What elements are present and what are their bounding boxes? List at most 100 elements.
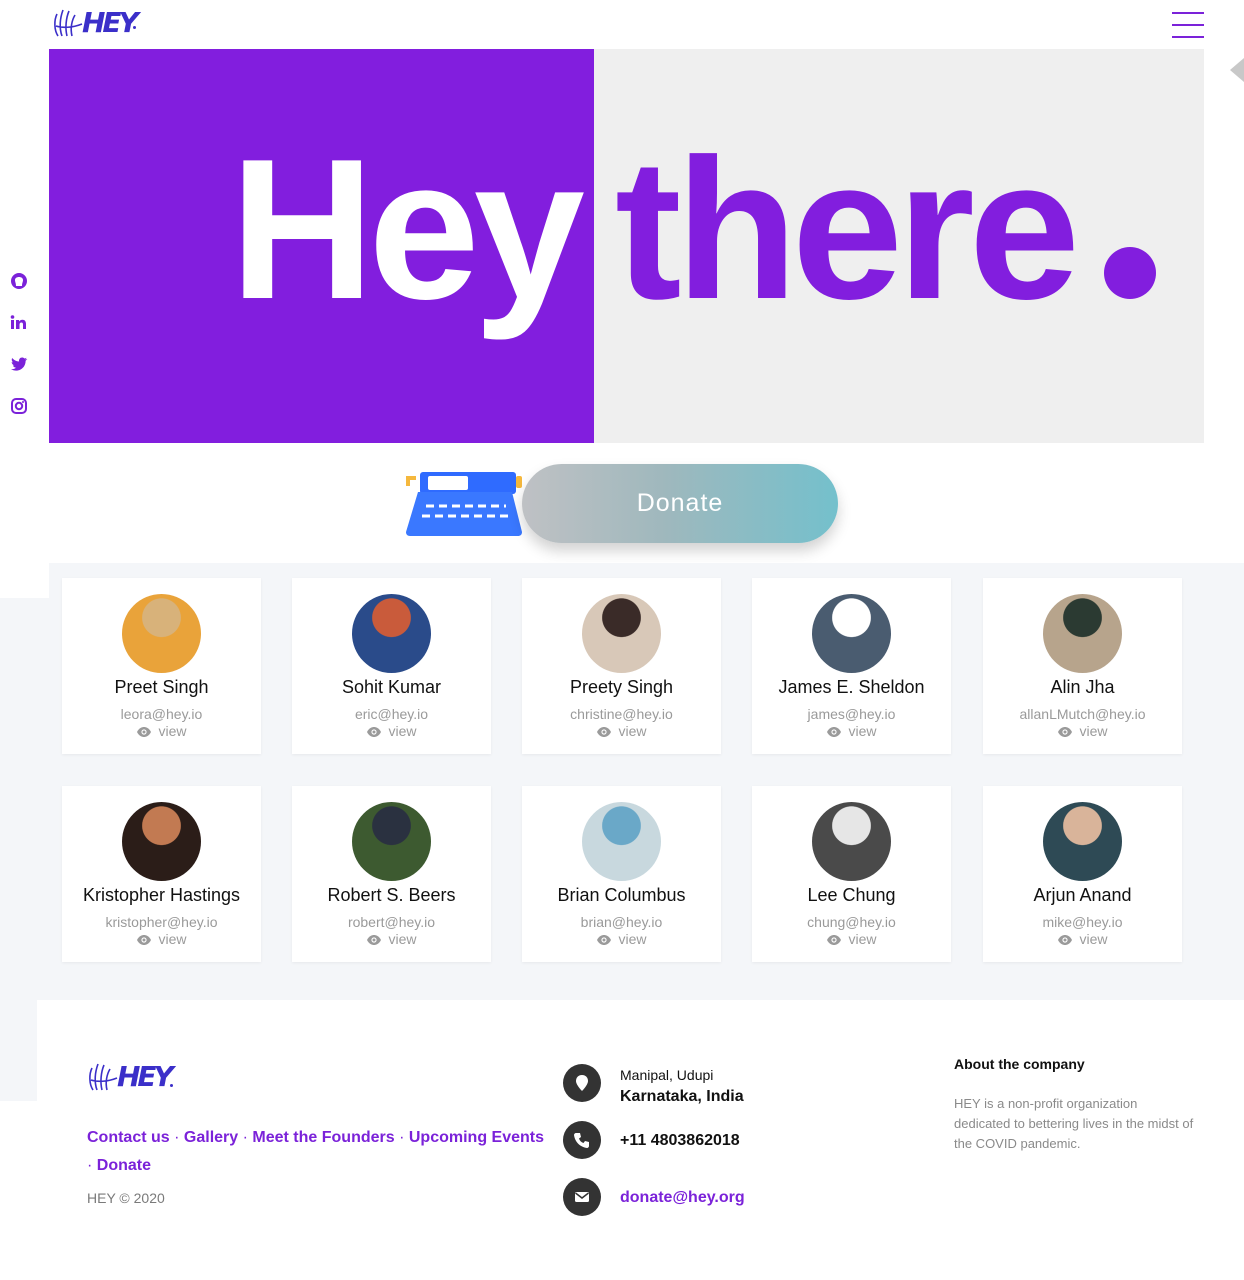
- member-name: Preet Singh: [114, 677, 209, 697]
- team-card[interactable]: Alin Jha allanLMutch@hey.io view: [983, 578, 1182, 754]
- envelope-icon: [563, 1178, 601, 1216]
- view-link[interactable]: view: [752, 723, 951, 739]
- footer-email-link[interactable]: donate@hey.org: [620, 1189, 745, 1207]
- phone-number[interactable]: +11 4803862018: [620, 1132, 740, 1150]
- member-name: Preety Singh: [569, 677, 674, 697]
- footer-link-events[interactable]: Upcoming Events: [409, 1129, 544, 1146]
- member-email: brian@hey.io: [580, 914, 663, 930]
- view-label: view: [1079, 723, 1108, 739]
- member-name: Lee Chung: [807, 885, 896, 905]
- header-logo[interactable]: HEY: [52, 4, 142, 40]
- view-label: view: [618, 931, 647, 947]
- side-panel-arrow-icon[interactable]: [1230, 58, 1244, 82]
- footer-link-contact[interactable]: Contact us: [87, 1129, 170, 1146]
- avatar: [1043, 594, 1122, 673]
- view-label: view: [158, 723, 187, 739]
- member-name: Arjun Anand: [1033, 885, 1132, 905]
- member-email: leora@hey.io: [120, 706, 203, 722]
- eye-icon: [597, 935, 612, 945]
- instagram-icon[interactable]: [9, 396, 29, 416]
- avatar: [122, 802, 201, 881]
- view-label: view: [158, 931, 187, 947]
- member-email: robert@hey.io: [347, 914, 436, 930]
- view-link[interactable]: view: [983, 931, 1182, 947]
- member-name: James E. Sheldon: [778, 677, 925, 697]
- eye-icon: [827, 727, 842, 737]
- eye-icon: [367, 935, 382, 945]
- eye-icon: [1058, 935, 1073, 945]
- avatar: [582, 802, 661, 881]
- hamburger-icon[interactable]: [1172, 10, 1206, 40]
- member-email: kristopher@hey.io: [105, 914, 218, 930]
- hero-dot: [1104, 247, 1156, 299]
- view-label: view: [848, 723, 877, 739]
- footer-logo-text: HEY: [117, 1060, 174, 1093]
- eye-icon: [367, 727, 382, 737]
- about-text: HEY is a non-profit organization dedicat…: [954, 1096, 1194, 1151]
- team-card[interactable]: Lee Chung chung@hey.io view: [752, 786, 951, 962]
- donate-button[interactable]: Donate: [522, 464, 838, 543]
- member-email: eric@hey.io: [354, 706, 429, 722]
- eye-icon: [827, 935, 842, 945]
- view-label: view: [848, 931, 877, 947]
- member-email: christine@hey.io: [570, 706, 673, 722]
- avatar: [812, 594, 891, 673]
- team-card[interactable]: Sohit Kumar eric@hey.io view: [292, 578, 491, 754]
- eye-icon: [1058, 727, 1073, 737]
- view-label: view: [388, 931, 417, 947]
- location-icon: [563, 1064, 601, 1102]
- view-label: view: [618, 723, 647, 739]
- logo-dot: [133, 26, 136, 29]
- avatar: [122, 594, 201, 673]
- footer-link-gallery[interactable]: Gallery: [184, 1129, 238, 1146]
- copyright: HEY © 2020: [87, 1190, 165, 1206]
- team-card[interactable]: James E. Sheldon james@hey.io view: [752, 578, 951, 754]
- logo-text: HEY: [82, 6, 139, 39]
- footer-link-founders[interactable]: Meet the Founders: [252, 1129, 394, 1146]
- member-email: mike@hey.io: [1042, 914, 1123, 930]
- team-card[interactable]: Preety Singh christine@hey.io view: [522, 578, 721, 754]
- about-heading: About the company: [954, 1056, 1085, 1072]
- address-line2: Karnataka, India: [620, 1088, 744, 1105]
- avatar: [352, 594, 431, 673]
- view-link[interactable]: view: [752, 931, 951, 947]
- view-link[interactable]: view: [292, 723, 491, 739]
- view-link[interactable]: view: [62, 723, 261, 739]
- avatar: [1043, 802, 1122, 881]
- view-link[interactable]: view: [522, 723, 721, 739]
- twitter-icon[interactable]: [9, 354, 29, 374]
- member-name: Kristopher Hastings: [82, 885, 241, 905]
- linkedin-icon[interactable]: [9, 313, 29, 333]
- footer-link-donate[interactable]: Donate: [97, 1157, 151, 1174]
- hands-icon: [89, 1063, 118, 1091]
- github-icon[interactable]: [9, 271, 29, 291]
- team-card[interactable]: Brian Columbus brian@hey.io view: [522, 786, 721, 962]
- address-line1: Manipal, Udupi: [620, 1067, 714, 1083]
- avatar: [352, 802, 431, 881]
- eye-icon: [597, 727, 612, 737]
- member-name: Brian Columbus: [557, 885, 686, 905]
- member-name: Robert S. Beers: [327, 885, 456, 905]
- hands-icon: [54, 9, 83, 37]
- team-card[interactable]: Robert S. Beers robert@hey.io view: [292, 786, 491, 962]
- team-card[interactable]: Kristopher Hastings kristopher@hey.io view: [62, 786, 261, 962]
- view-link[interactable]: view: [62, 931, 261, 947]
- footer-logo[interactable]: HEY: [87, 1058, 187, 1094]
- team-card[interactable]: Arjun Anand mike@hey.io view: [983, 786, 1182, 962]
- member-email: allanLMutch@hey.io: [1019, 706, 1146, 722]
- phone-icon: [563, 1121, 601, 1159]
- member-name: Sohit Kumar: [341, 677, 442, 697]
- eye-icon: [137, 727, 152, 737]
- team-card[interactable]: Preet Singh leora@hey.io view: [62, 578, 261, 754]
- member-name: Alin Jha: [1050, 677, 1115, 697]
- hero-word-there: there: [615, 118, 1080, 341]
- eye-icon: [137, 935, 152, 945]
- view-link[interactable]: view: [983, 723, 1182, 739]
- view-link[interactable]: view: [522, 931, 721, 947]
- footer-links: Contact us · Gallery · Meet the Founders…: [87, 1129, 545, 1174]
- view-label: view: [1079, 931, 1108, 947]
- member-email: james@hey.io: [807, 706, 896, 722]
- view-link[interactable]: view: [292, 931, 491, 947]
- avatar: [582, 594, 661, 673]
- avatar: [812, 802, 891, 881]
